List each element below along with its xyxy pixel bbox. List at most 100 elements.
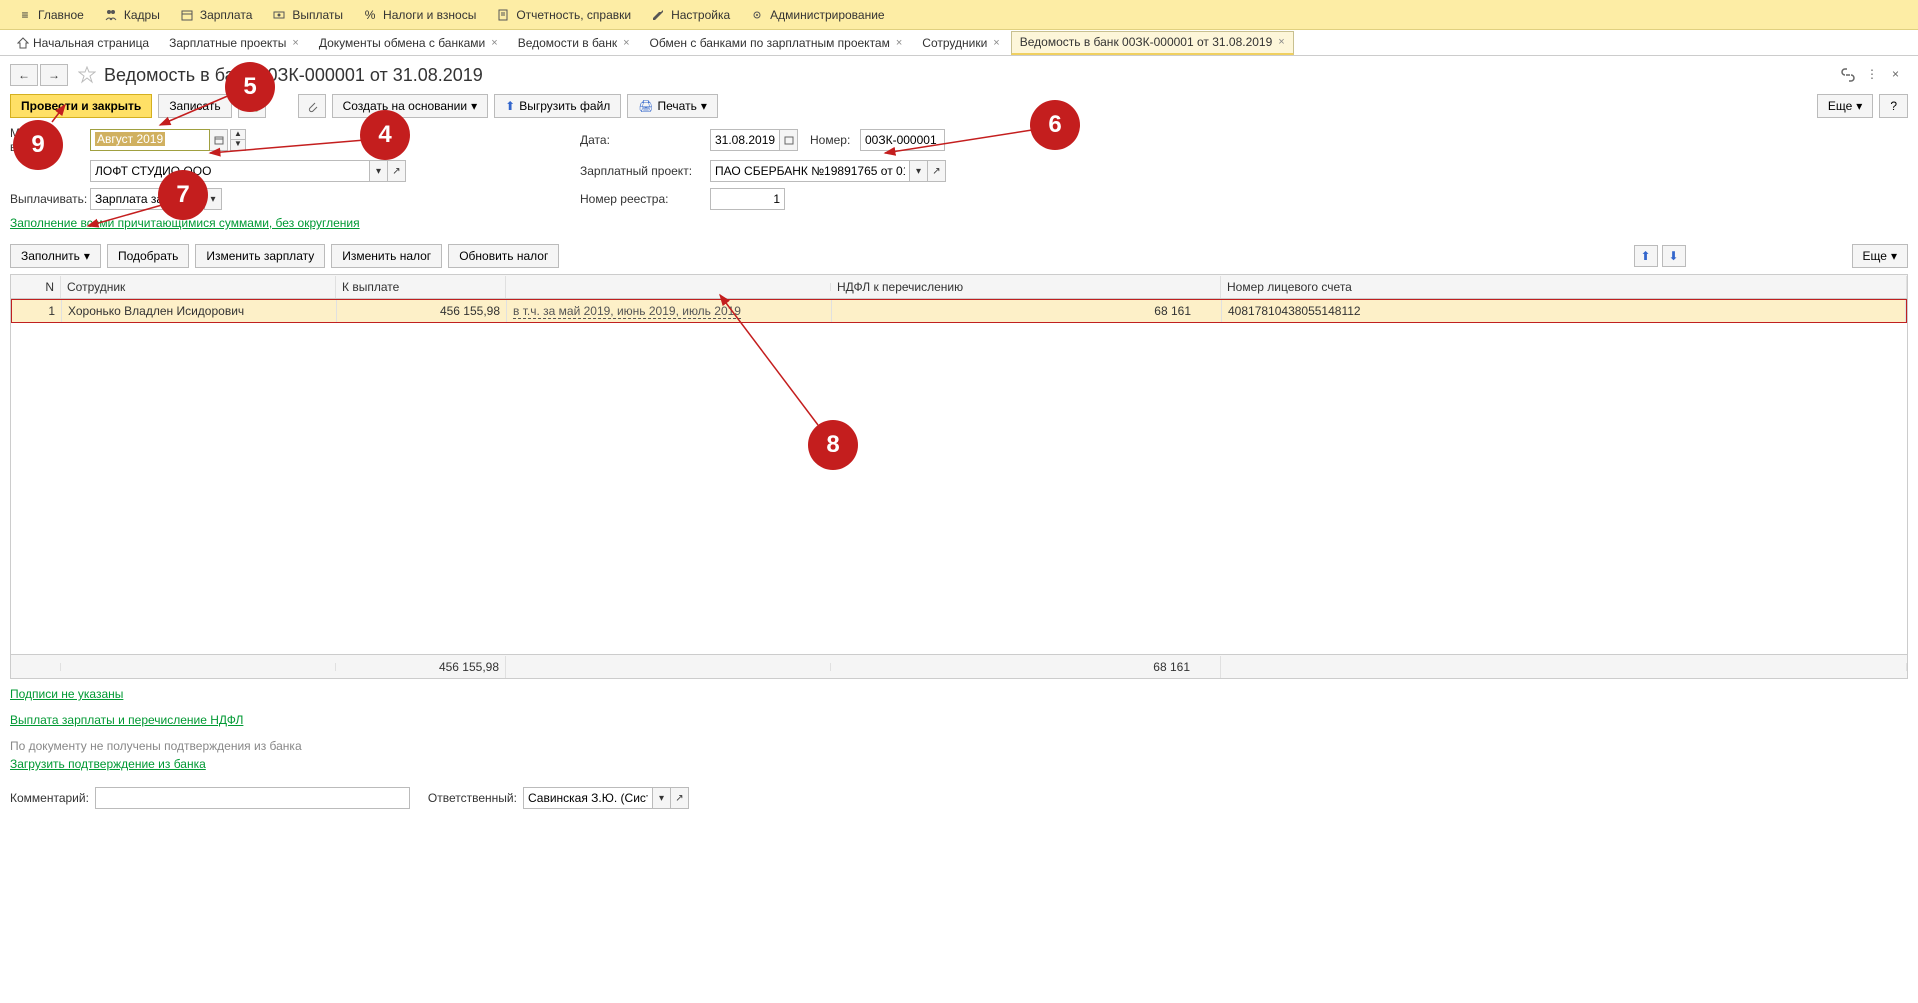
update-tax-button[interactable]: Обновить налог — [448, 244, 559, 268]
open-icon[interactable]: ↗ — [388, 160, 406, 182]
dropdown-icon[interactable]: ▾ — [910, 160, 928, 182]
dropdown-icon[interactable]: ▾ — [653, 787, 671, 809]
grid-body[interactable]: 1 Хоронько Владлен Исидорович 456 155,98… — [11, 299, 1907, 654]
date-field[interactable] — [710, 129, 780, 151]
fill-button[interactable]: Заполнить ▾ — [10, 244, 101, 268]
menu-taxes[interactable]: %Налоги и взносы — [353, 0, 486, 29]
registry-field[interactable] — [710, 188, 785, 210]
dots-icon[interactable]: ⋮ — [1866, 67, 1882, 83]
calendar-icon[interactable] — [210, 129, 228, 151]
post-button[interactable] — [238, 94, 266, 118]
registry-label: Номер реестра: — [580, 192, 710, 206]
close-icon[interactable]: × — [1278, 36, 1284, 48]
cell-detail[interactable]: в т.ч. за май 2019, июнь 2019, июль 2019 — [507, 300, 832, 322]
close-icon[interactable]: × — [623, 37, 629, 49]
col-employee[interactable]: Сотрудник — [61, 276, 336, 298]
save-button[interactable]: Записать — [158, 94, 231, 118]
signatures-link[interactable]: Подписи не указаны — [10, 687, 123, 701]
col-n[interactable]: N — [11, 276, 61, 298]
menu-icon: ≡ — [18, 8, 32, 22]
dropdown-icon[interactable]: ▾ — [370, 160, 388, 182]
form-area: Месяц выплаты: Август 2019 ▲ ▼ Дата: Ном… — [0, 126, 1918, 244]
organization-field[interactable] — [90, 160, 370, 182]
responsible-label: Ответственный: — [428, 791, 517, 805]
col-detail[interactable] — [506, 283, 831, 291]
tab-salary-projects[interactable]: Зарплатные проекты× — [160, 31, 308, 55]
menu-hr[interactable]: Кадры — [94, 0, 170, 29]
close-icon[interactable]: × — [993, 37, 999, 49]
row-down-button[interactable]: ⬇ — [1662, 245, 1686, 267]
dropdown-icon[interactable]: ▾ — [204, 188, 222, 210]
open-icon[interactable]: ↗ — [671, 787, 689, 809]
pay-label: Выплачивать: — [10, 192, 90, 206]
post-and-close-button[interactable]: Провести и закрыть — [10, 94, 152, 118]
home-icon — [17, 37, 29, 49]
print-button[interactable]: 🖨 Печать ▾ — [627, 94, 718, 118]
col-account[interactable]: Номер лицевого счета — [1221, 276, 1907, 298]
month-field[interactable]: Август 2019 — [90, 129, 210, 151]
menu-salary[interactable]: Зарплата — [170, 0, 263, 29]
tab-bank-exchange[interactable]: Обмен с банками по зарплатным проектам× — [641, 31, 912, 55]
doc-header: ← → Ведомость в банк 00ЗК-000001 от 31.0… — [0, 56, 1918, 94]
attach-button[interactable] — [298, 94, 326, 118]
col-ndfl[interactable]: НДФЛ к перечислению — [831, 276, 1221, 298]
no-confirm-text: По документу не получены подтверждения и… — [10, 739, 1908, 753]
tab-employees[interactable]: Сотрудники× — [913, 31, 1008, 55]
nav-forward-button[interactable]: → — [40, 64, 68, 86]
col-pay[interactable]: К выплате — [336, 276, 506, 298]
month-label: Месяц выплаты: — [10, 126, 90, 154]
print-icon: 🖨 — [638, 99, 653, 113]
fill-rules-link[interactable]: Заполнение всеми причитающимися суммами,… — [10, 216, 360, 230]
top-menu: ≡Главное Кадры Зарплата Выплаты %Налоги … — [0, 0, 1918, 30]
link-icon[interactable] — [1840, 67, 1856, 83]
open-icon[interactable]: ↗ — [928, 160, 946, 182]
bottom-area: Подписи не указаны Выплата зарплаты и пе… — [0, 679, 1918, 821]
more-button[interactable]: Еще ▾ — [1817, 94, 1873, 118]
cell-n: 1 — [12, 300, 62, 322]
project-field[interactable] — [710, 160, 910, 182]
comment-label: Комментарий: — [10, 791, 89, 805]
close-icon[interactable]: × — [292, 37, 298, 49]
export-icon: ⬆ — [505, 99, 515, 113]
export-file-button[interactable]: ⬆ Выгрузить файл — [494, 94, 621, 118]
pick-button[interactable]: Подобрать — [107, 244, 189, 268]
chevron-down-icon: ▾ — [84, 249, 90, 263]
employees-grid: N Сотрудник К выплате НДФЛ к перечислени… — [10, 274, 1908, 679]
row-up-button[interactable]: ⬆ — [1634, 245, 1658, 267]
month-down-button[interactable]: ▼ — [231, 140, 245, 150]
nav-back-button[interactable]: ← — [10, 64, 38, 86]
pay-ndfl-link[interactable]: Выплата зарплаты и перечисление НДФЛ — [10, 713, 243, 727]
load-confirm-link[interactable]: Загрузить подтверждение из банка — [10, 757, 206, 771]
change-salary-button[interactable]: Изменить зарплату — [195, 244, 325, 268]
cell-ndfl: 68 161 — [832, 300, 1222, 322]
help-button[interactable]: ? — [1879, 94, 1908, 118]
comment-field[interactable] — [95, 787, 410, 809]
menu-admin[interactable]: Администрирование — [740, 0, 894, 29]
favorite-star-icon[interactable] — [78, 66, 96, 84]
percent-icon: % — [363, 8, 377, 22]
create-based-button[interactable]: Создать на основании ▾ — [332, 94, 489, 118]
tab-home[interactable]: Начальная страница — [8, 31, 158, 55]
tab-current-doc[interactable]: Ведомость в банк 00ЗК-000001 от 31.08.20… — [1011, 31, 1294, 55]
close-icon[interactable]: × — [491, 37, 497, 49]
menu-main[interactable]: ≡Главное — [8, 0, 94, 29]
table-more-button[interactable]: Еще ▾ — [1852, 244, 1908, 268]
menu-reports[interactable]: Отчетность, справки — [486, 0, 641, 29]
cell-employee: Хоронько Владлен Исидорович — [62, 300, 337, 322]
chevron-down-icon: ▾ — [1891, 249, 1897, 263]
calendar-icon[interactable] — [780, 129, 798, 151]
cell-pay: 456 155,98 — [337, 300, 507, 322]
close-icon[interactable]: × — [896, 37, 902, 49]
number-field[interactable] — [860, 129, 945, 151]
people-icon — [104, 8, 118, 22]
menu-payments[interactable]: Выплаты — [262, 0, 353, 29]
menu-settings[interactable]: Настройка — [641, 0, 740, 29]
close-icon[interactable]: × — [1892, 67, 1908, 83]
change-tax-button[interactable]: Изменить налог — [331, 244, 442, 268]
tab-bank-docs[interactable]: Документы обмена с банками× — [310, 31, 507, 55]
cell-account: 40817810438055148112 — [1222, 300, 1906, 322]
pay-type-field[interactable] — [90, 188, 200, 210]
tab-statements[interactable]: Ведомости в банк× — [509, 31, 639, 55]
table-row[interactable]: 1 Хоронько Владлен Исидорович 456 155,98… — [11, 299, 1907, 323]
responsible-field[interactable] — [523, 787, 653, 809]
